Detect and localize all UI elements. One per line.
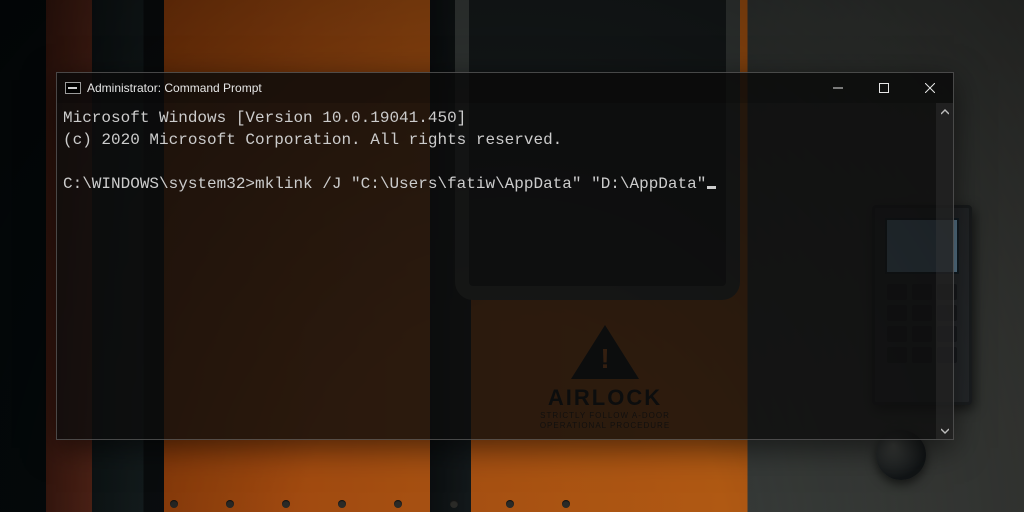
console-command: mklink /J "C:\Users\fatiw\AppData" "D:\A… — [255, 175, 706, 193]
vertical-scrollbar[interactable] — [936, 103, 953, 439]
console-line-version: Microsoft Windows [Version 10.0.19041.45… — [63, 109, 466, 127]
window-title: Administrator: Command Prompt — [87, 81, 262, 95]
cmd-icon — [65, 82, 81, 94]
wallpaper-rivets — [170, 495, 954, 505]
console-line-copyright: (c) 2020 Microsoft Corporation. All righ… — [63, 131, 562, 149]
scroll-up-icon[interactable] — [936, 103, 953, 120]
minimize-button[interactable] — [815, 73, 861, 103]
maximize-button[interactable] — [861, 73, 907, 103]
command-prompt-window[interactable]: Administrator: Command Prompt Microsoft … — [56, 72, 954, 440]
text-cursor — [707, 186, 716, 189]
close-button[interactable] — [907, 73, 953, 103]
console-prompt: C:\WINDOWS\system32> — [63, 175, 255, 193]
titlebar[interactable]: Administrator: Command Prompt — [57, 73, 953, 103]
console-output[interactable]: Microsoft Windows [Version 10.0.19041.45… — [57, 103, 936, 439]
scroll-down-icon[interactable] — [936, 422, 953, 439]
